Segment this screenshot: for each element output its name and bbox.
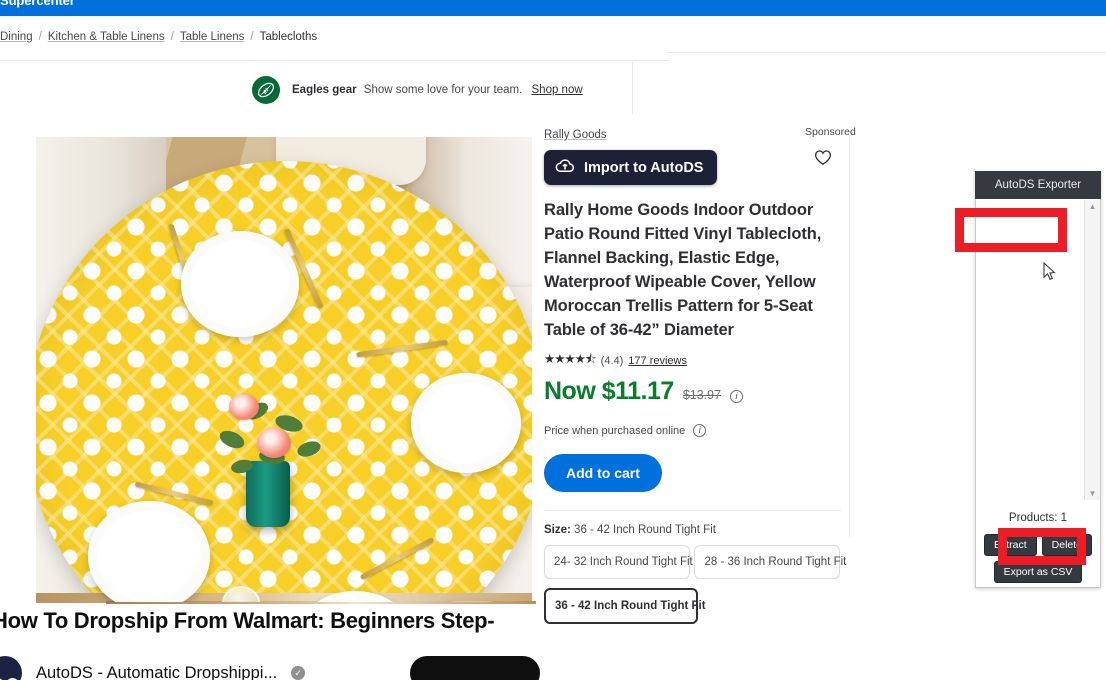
video-title: How To Dropship From Walmart: Beginners …	[0, 608, 495, 633]
info-icon[interactable]: i	[693, 424, 707, 437]
image-plate	[88, 501, 210, 602]
reviews-link[interactable]: 177 reviews	[628, 355, 687, 367]
promo-banner-title: Eagles gear	[292, 84, 357, 96]
product-title: Rally Home Goods Indoor Outdoor Patio Ro…	[544, 201, 822, 339]
scroll-up-arrow-icon[interactable]: ▲	[1089, 200, 1097, 213]
video-channel-name: AutoDS - Automatic Dropshippi...	[36, 663, 278, 680]
autods-cloud-icon	[555, 158, 575, 177]
rating-stars-icon: ★★★★⯪	[544, 352, 597, 366]
site-header-bar: Supercenter	[0, 0, 1106, 16]
size-selected-label: Size: 36 - 42 Inch Round Tight Fit	[544, 524, 848, 536]
autods-panel-buttons: Extract Delete Export as CSV	[976, 534, 1100, 583]
promo-banner[interactable]: Eagles gear Show some love for your team…	[252, 76, 583, 104]
avatar	[0, 656, 22, 680]
image-plate	[411, 373, 521, 473]
divider	[632, 62, 633, 114]
breadcrumb: Dining / Kitchen & Table Linens / Table …	[0, 29, 317, 45]
breadcrumb-item-dining[interactable]: Dining	[0, 31, 33, 43]
product-price: Now $11.17 $13.97 i	[544, 377, 848, 406]
product-image[interactable]	[36, 137, 532, 602]
promo-banner-shop-now-link[interactable]: Shop now	[532, 84, 583, 96]
brand-link[interactable]: Rally Goods	[544, 129, 607, 141]
image-foliage	[201, 376, 341, 486]
extract-button[interactable]: Extract	[983, 534, 1037, 556]
breadcrumb-item-kitchen-table-linens[interactable]: Kitchen & Table Linens	[48, 31, 165, 43]
mouse-pointer-icon	[1043, 261, 1056, 286]
video-overlay: How To Dropship From Walmart: Beginners …	[0, 604, 540, 680]
autods-product-list[interactable]: 1566175126 ▲ ▼	[976, 200, 1100, 500]
image-cutlery	[356, 339, 448, 358]
size-label: Size:	[544, 524, 571, 536]
autods-product-count: Products: 1	[1008, 512, 1068, 524]
image-glass	[222, 586, 260, 602]
promo-banner-subtitle: Show some love for your team.	[363, 84, 523, 96]
breadcrumb-separator: /	[38, 31, 42, 43]
info-icon[interactable]: i	[730, 390, 744, 403]
subscribe-button[interactable]	[410, 656, 540, 680]
divider	[668, 52, 1106, 53]
scrollbar[interactable]: ▲ ▼	[1084, 200, 1100, 500]
export-csv-button[interactable]: Export as CSV	[993, 561, 1083, 583]
breadcrumb-item-tablecloths: Tablecloths	[259, 31, 318, 43]
screenshot-root: Supercenter Dining / Kitchen & Table Lin…	[0, 0, 1106, 680]
breadcrumb-separator: /	[250, 31, 254, 43]
rating-value: (4.4)	[600, 354, 624, 367]
autods-button-row: Extract Delete	[983, 534, 1093, 556]
size-option-24-32[interactable]: 24- 32 Inch Round Tight Fit	[544, 545, 693, 579]
promo-banner-text: Eagles gear Show some love for your team…	[292, 84, 583, 96]
image-cutlery	[359, 537, 435, 580]
size-option-28-36[interactable]: 28 - 36 Inch Round Tight Fit	[694, 545, 846, 579]
breadcrumb-separator: /	[170, 31, 174, 43]
price-note: Price when purchased online i	[544, 424, 848, 437]
divider	[544, 510, 841, 511]
product-rating[interactable]: ★★★★⯪ (4.4) 177 reviews	[544, 350, 848, 371]
video-channel[interactable]: AutoDS - Automatic Dropshippi... ✓	[0, 656, 306, 680]
divider	[0, 60, 668, 61]
verified-check-icon: ✓	[291, 666, 306, 680]
import-to-autods-label: Import to AutoDS	[584, 159, 704, 176]
size-option-36-42[interactable]: 36 - 42 Inch Round Tight Fit	[544, 588, 706, 624]
import-to-autods-button[interactable]: Import to AutoDS	[544, 150, 718, 185]
size-selected-value: 36 - 42 Inch Round Tight Fit	[574, 524, 716, 536]
price-was: $13.97	[682, 388, 722, 402]
product-info-column: Rally Goods Import to AutoDS Rally Home …	[544, 125, 848, 624]
list-item[interactable]: 1566175126	[984, 208, 1084, 220]
breadcrumb-item-table-linens[interactable]: Table Linens	[180, 31, 245, 43]
autods-product-list-inner: 1566175126	[976, 200, 1084, 500]
football-icon	[252, 76, 280, 104]
divider	[849, 137, 850, 537]
add-to-cart-button[interactable]: Add to cart	[544, 454, 662, 492]
autods-exporter-title[interactable]: AutoDS Exporter	[975, 171, 1101, 199]
scroll-down-arrow-icon[interactable]: ▼	[1089, 487, 1097, 500]
price-note-label: Price when purchased online	[544, 424, 686, 437]
delete-button[interactable]: Delete	[1041, 534, 1093, 556]
site-header-label: Supercenter	[0, 0, 75, 8]
price-current: Now $11.17	[544, 377, 674, 405]
image-plate	[181, 231, 299, 337]
